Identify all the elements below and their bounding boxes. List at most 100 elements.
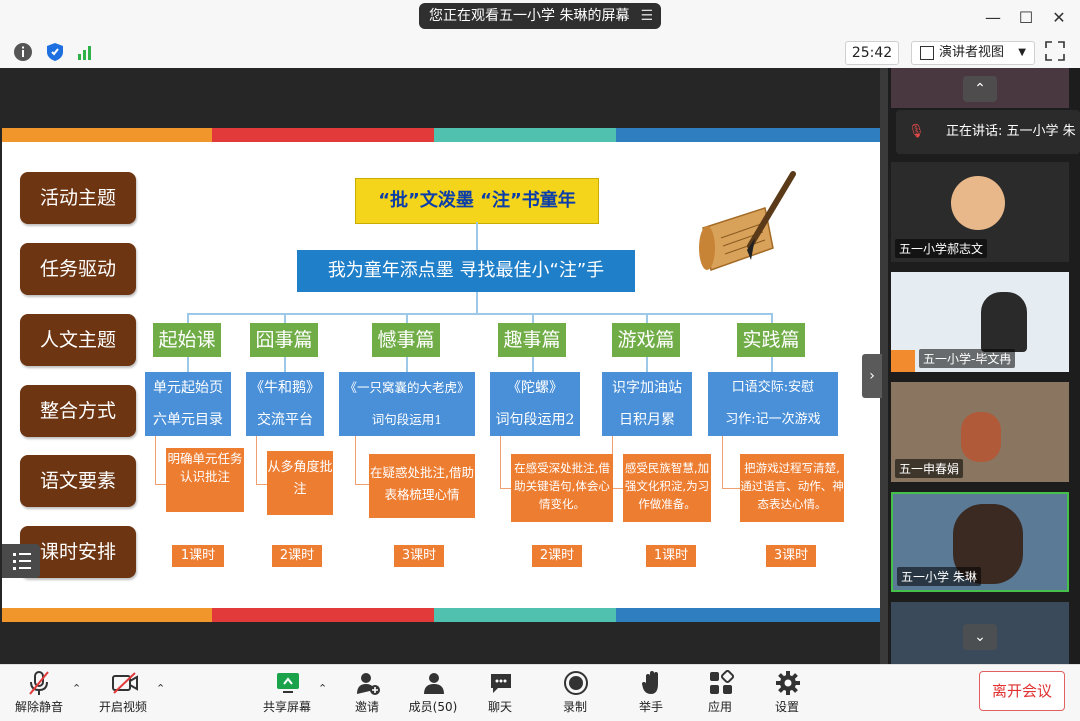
column-header: 起始课 (153, 323, 221, 357)
maximize-icon[interactable]: ☐ (1014, 6, 1038, 30)
speaking-indicator: 🎙 正在讲话: 五一小学 朱 (896, 110, 1080, 154)
lesson-box: 单元起始页 六单元目录 (145, 372, 231, 436)
invite-label: 邀请 (354, 700, 379, 714)
connector (722, 488, 740, 489)
view-mode-dropdown[interactable]: 演讲者视图 ▼ (911, 41, 1035, 65)
fullscreen-icon[interactable] (1044, 40, 1066, 62)
chevron-down-icon: ▼ (1018, 47, 1026, 58)
info-icon[interactable] (13, 42, 33, 62)
chevron-up-icon[interactable]: ⌃ (156, 682, 165, 695)
slide-title: “批”文泼墨 “注”书童年 (355, 178, 599, 224)
lesson-line: 词句段运用2 (495, 412, 575, 428)
avatar (961, 412, 1001, 462)
chevron-up-icon[interactable]: ⌃ (318, 682, 327, 695)
signal-icon[interactable] (76, 42, 96, 62)
avatar (951, 176, 1005, 230)
lesson-box: 《陀螺》 词句段运用2 (490, 372, 580, 436)
connector (284, 313, 286, 323)
connector (476, 292, 478, 314)
color-bar (2, 608, 212, 622)
hours-label: 2课时 (272, 545, 322, 567)
participant-name: 五一小学-毕文冉 (919, 349, 1016, 368)
share-screen-button[interactable]: 共享屏幕 (252, 668, 322, 716)
user-icon (891, 350, 915, 372)
connector (532, 357, 534, 372)
connector (187, 313, 189, 323)
connector (500, 436, 501, 488)
lesson-box: 《牛和鹅》 交流平台 (246, 372, 324, 436)
leave-meeting-button[interactable]: 离开会议 (979, 671, 1065, 711)
lesson-line: 六单元目录 (153, 412, 223, 428)
hours-label: 2课时 (532, 545, 582, 567)
task-box: 从多角度批注 (267, 451, 333, 515)
lesson-box: 口语交际:安慰 习作:记一次游戏 (708, 372, 838, 436)
share-banner-text: 您正在观看五一小学 朱琳的屏幕 (429, 8, 630, 24)
hours-label: 1课时 (646, 545, 696, 567)
color-bar (616, 608, 880, 622)
slide-menu-button[interactable] (2, 544, 40, 578)
participant-tile[interactable]: ⌄ (891, 602, 1069, 664)
connector (532, 313, 534, 323)
participant-tile[interactable]: 五一小学郝志文 (891, 162, 1069, 262)
settings-label: 设置 (774, 700, 799, 714)
camera-off-icon (112, 672, 138, 694)
connector (771, 313, 773, 323)
hours-label: 3课时 (766, 545, 816, 567)
apps-button[interactable]: 应用 (685, 668, 755, 716)
task-box: 明确单元任务 认识批注 (166, 448, 244, 512)
gear-icon (776, 671, 800, 695)
invite-button[interactable]: 邀请 (332, 668, 402, 716)
collapse-panel-icon[interactable]: › (862, 354, 882, 398)
avatar (981, 292, 1027, 352)
task-box: 感受民族智慧,加强文化积淀,为习作做准备。 (623, 454, 711, 522)
chevron-up-icon[interactable]: ⌃ (72, 682, 81, 695)
unmute-button[interactable]: 解除静音 (4, 668, 74, 716)
side-label: 整合方式 (20, 385, 136, 437)
participant-tile[interactable]: ⌃ (891, 68, 1069, 108)
lesson-box: 识字加油站 日积月累 (602, 372, 692, 436)
chat-button[interactable]: 聊天 (465, 668, 535, 716)
minimize-icon[interactable]: — (981, 6, 1005, 30)
members-button[interactable]: 成员(50) (398, 668, 468, 716)
layout-icon (920, 46, 934, 60)
start-video-button[interactable]: 开启视频 (88, 668, 158, 716)
apps-icon (710, 670, 734, 694)
lesson-box: 《一只窝囊的大老虎》 词句段运用1 (339, 372, 475, 436)
settings-button[interactable]: 设置 (752, 668, 822, 716)
connector (284, 357, 286, 372)
chat-icon (491, 674, 511, 693)
participant-tile[interactable]: 五一申春娟 (891, 382, 1069, 482)
share-screen-label: 共享屏幕 (262, 700, 311, 714)
lesson-line: 《陀螺》 (507, 380, 563, 396)
lesson-line: 单元起始页 (153, 380, 223, 396)
connector (406, 313, 408, 323)
side-label: 语文要素 (20, 455, 136, 507)
raise-hand-button[interactable]: 举手 (616, 668, 686, 716)
scroll-up-icon[interactable]: ⌃ (963, 76, 997, 102)
slide-subtitle: 我为童年添点墨 寻找最佳小“注”手 (297, 250, 635, 292)
close-icon[interactable]: ✕ (1047, 6, 1071, 30)
connector (256, 436, 257, 484)
screen-share-banner[interactable]: 您正在观看五一小学 朱琳的屏幕 ☰ (419, 3, 661, 29)
record-button[interactable]: 录制 (540, 668, 610, 716)
participant-name: 五一申春娟 (895, 459, 964, 478)
connector (355, 484, 369, 485)
lesson-line: 《一只窝囊的大老虎》 (344, 380, 470, 395)
apps-label: 应用 (707, 700, 732, 714)
participant-tile[interactable]: 五一小学-毕文冉 (891, 272, 1069, 372)
mic-muted-icon: 🎙 (908, 124, 925, 139)
side-label: 活动主题 (20, 172, 136, 224)
task-box: 把游戏过程写清楚,通过语言、动作、神态表达心情。 (740, 454, 844, 522)
banner-menu-icon[interactable]: ☰ (640, 3, 653, 29)
security-shield-icon[interactable] (45, 42, 65, 62)
scroll-down-icon[interactable]: ⌄ (963, 624, 997, 650)
share-screen-icon (277, 673, 299, 693)
participant-tile-active[interactable]: 五一小学 朱琳 (891, 492, 1069, 592)
lesson-line: 识字加油站 (612, 380, 682, 396)
color-bar (2, 128, 212, 142)
scroll-brush-illustration (699, 171, 796, 271)
color-bar (212, 128, 434, 142)
participant-name: 五一小学郝志文 (895, 239, 988, 258)
raise-hand-label: 举手 (638, 700, 663, 714)
record-label: 录制 (562, 700, 587, 714)
